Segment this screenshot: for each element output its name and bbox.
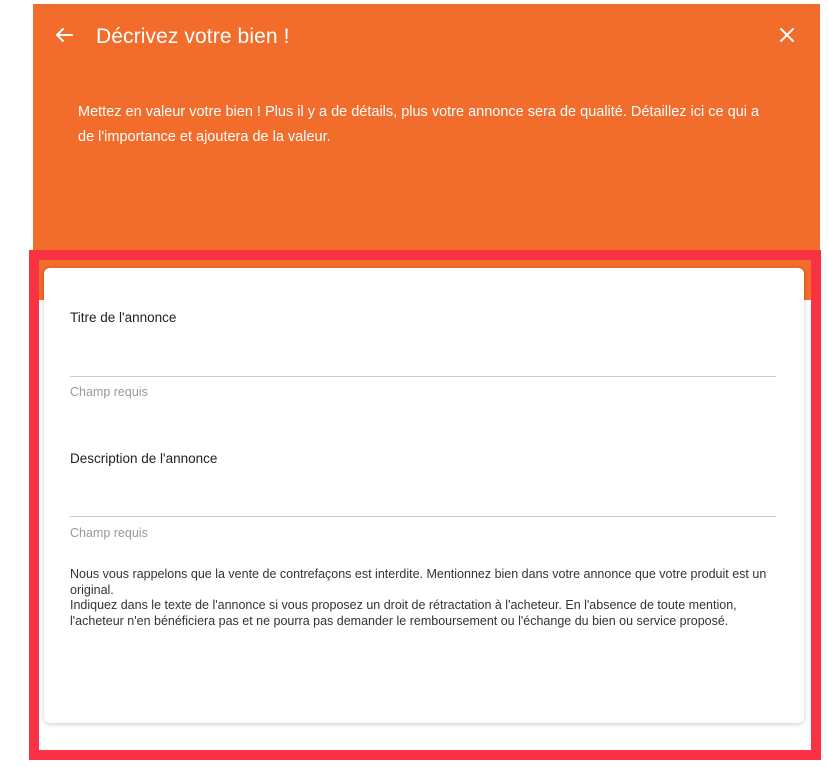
counterfeit-notice: Nous vous rappelons que la vente de cont…	[70, 567, 767, 597]
intro-text: Mettez en valeur votre bien ! Plus il y …	[78, 104, 760, 145]
description-input[interactable]	[70, 486, 776, 517]
title-field-label: Titre de l'annonce	[70, 310, 177, 325]
form-card: Titre de l'annonce Champ requis Descript…	[44, 268, 804, 723]
withdrawal-notice: Indiquez dans le texte de l'annonce si v…	[70, 598, 737, 628]
description-helper-text: Champ requis	[70, 526, 148, 540]
back-arrow-icon[interactable]	[51, 22, 77, 48]
title-helper-text: Champ requis	[70, 385, 148, 399]
page-title: Décrivez votre bien !	[96, 25, 290, 48]
close-icon[interactable]	[774, 22, 800, 48]
description-field-label: Description de l'annonce	[70, 451, 218, 466]
title-input[interactable]	[70, 346, 776, 377]
legal-notice: Nous vous rappelons que la vente de cont…	[70, 567, 770, 629]
